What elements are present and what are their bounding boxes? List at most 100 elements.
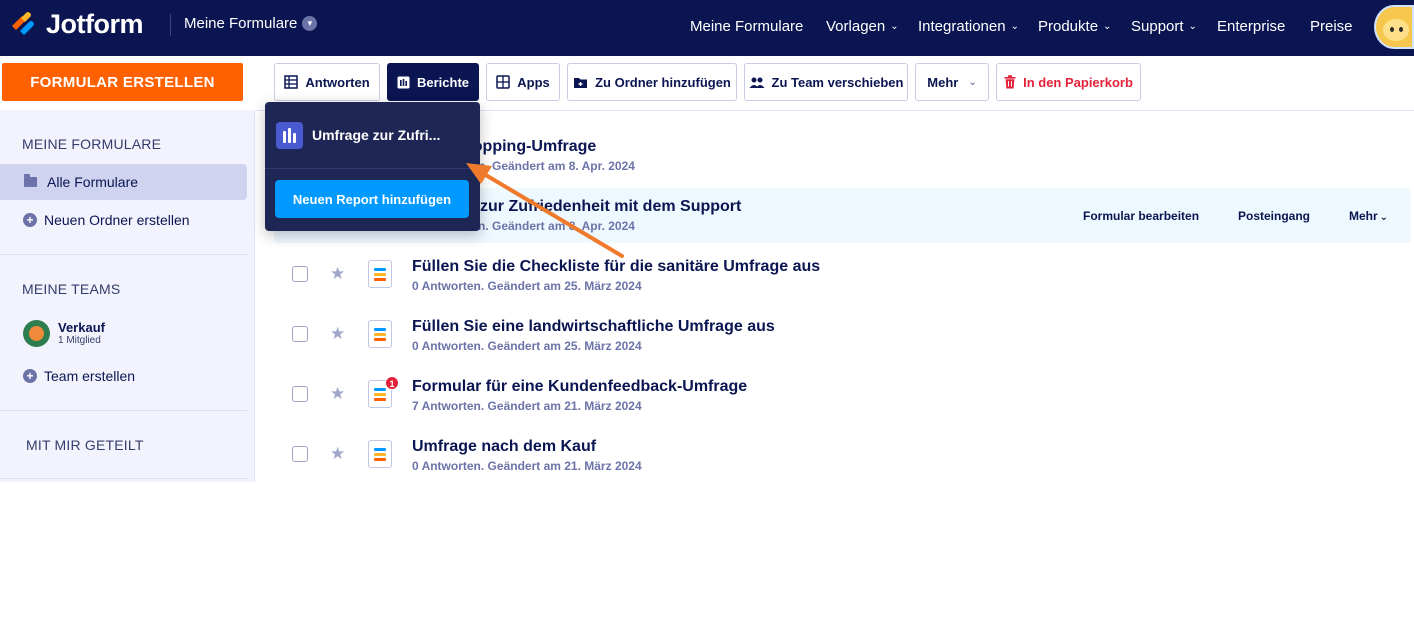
nav-label: Support [1131, 17, 1184, 35]
logo-text: Jotform [46, 8, 144, 39]
row-checkbox[interactable] [292, 266, 308, 282]
edit-form-button[interactable]: Formular bearbeiten [1083, 209, 1199, 223]
form-icon [368, 260, 392, 288]
sidebar-divider [0, 254, 247, 255]
apps-button[interactable]: Apps [486, 63, 560, 101]
chevron-down-icon: ⌄ [1188, 20, 1197, 32]
avatar-face [1383, 19, 1409, 41]
nav-products[interactable]: Produkte ⌄ [1038, 16, 1111, 36]
form-icon [368, 320, 392, 348]
responses-button[interactable]: Antworten [274, 63, 380, 101]
row-checkbox[interactable] [292, 446, 308, 462]
form-icon [368, 440, 392, 468]
sidebar: MEINE FORMULARE Alle Formulare + Neuen O… [0, 110, 255, 482]
shared-with-me-heading: MIT MIR GETEILT [26, 437, 144, 453]
form-title[interactable]: Formular für eine Kundenfeedback-Umfrage [412, 378, 747, 396]
nav-templates[interactable]: Vorlagen ⌄ [826, 16, 899, 36]
sidebar-item-new-folder[interactable]: + Neuen Ordner erstellen [0, 202, 247, 238]
folder-icon [24, 174, 37, 187]
top-navigation: Jotform Meine Formulare ▾ Meine Formular… [0, 0, 1414, 56]
chevron-down-icon: ▾ [302, 16, 318, 31]
form-meta: n. Geändert am 8. Apr. 2024 [478, 159, 635, 173]
report-chart-icon [276, 121, 303, 149]
form-meta: 7 Antworten. Geändert am 21. März 2024 [412, 399, 642, 413]
trash-button-label: In den Papierkorb [1023, 74, 1133, 90]
row-checkbox[interactable] [292, 386, 308, 402]
header-divider [170, 14, 171, 36]
row-checkbox[interactable] [292, 326, 308, 342]
report-item[interactable]: Umfrage zur Zufri... [265, 102, 480, 168]
team-member-count: 1 Mitglied [58, 335, 101, 346]
my-forms-switcher[interactable]: Meine Formulare ▾ [184, 15, 318, 32]
team-name[interactable]: Verkauf [58, 320, 105, 335]
add-to-folder-button[interactable]: Zu Ordner hinzufügen [567, 63, 737, 101]
unread-badge: 1 [385, 376, 399, 390]
chevron-down-icon: ⌄ [1103, 20, 1112, 32]
chevron-down-icon: ⌄ [1010, 20, 1019, 32]
sidebar-item-label: Alle Formulare [47, 174, 139, 190]
team-avatar[interactable] [23, 320, 50, 347]
my-forms-heading: MEINE FORMULARE [22, 136, 162, 152]
my-forms-switcher-label: Meine Formulare [184, 15, 298, 32]
reports-button[interactable]: Berichte [387, 63, 479, 101]
trash-button[interactable]: In den Papierkorb [996, 63, 1141, 101]
add-to-folder-label: Zu Ordner hinzufügen [595, 74, 731, 90]
avatar-eye [1390, 27, 1394, 32]
create-form-button[interactable]: FORMULAR ERSTELLEN [2, 63, 243, 101]
avatar-eye [1399, 27, 1403, 32]
star-icon[interactable]: ★ [330, 385, 345, 402]
jotform-logo-icon [11, 12, 34, 37]
nav-pricing[interactable]: Preise [1310, 16, 1353, 36]
more-button[interactable]: Mehr ⌄ [915, 63, 989, 101]
nav-enterprise[interactable]: Enterprise [1217, 16, 1285, 36]
star-icon[interactable]: ★ [330, 445, 345, 462]
form-meta: 0 Antworten. Geändert am 21. März 2024 [412, 459, 642, 473]
row-more-label: Mehr [1349, 209, 1378, 223]
sidebar-item-all-forms[interactable]: Alle Formulare [0, 164, 247, 200]
form-title[interactable]: Füllen Sie eine landwirtschaftliche Umfr… [412, 318, 775, 336]
dropdown-divider [265, 168, 480, 169]
report-icon [397, 76, 410, 89]
team-icon [749, 76, 765, 89]
inbox-button[interactable]: Posteingang [1238, 209, 1310, 223]
nav-label: Enterprise [1217, 17, 1286, 35]
more-button-label: Mehr [927, 74, 959, 90]
form-title[interactable]: Füllen Sie die Checkliste für die sanitä… [412, 258, 820, 276]
form-meta: 0 Antworten. Geändert am 25. März 2024 [412, 339, 642, 353]
user-avatar[interactable] [1374, 5, 1414, 49]
nav-integrations[interactable]: Integrationen ⌄ [918, 16, 1019, 36]
nav-support[interactable]: Support ⌄ [1131, 16, 1197, 36]
apps-icon [496, 75, 510, 89]
row-more-button[interactable]: Mehr ⌄ [1349, 209, 1388, 223]
sidebar-divider [0, 410, 247, 411]
sidebar-item-label: Team erstellen [44, 368, 136, 384]
move-to-team-button[interactable]: Zu Team verschieben [744, 63, 908, 101]
form-title[interactable]: Umfrage nach dem Kauf [412, 438, 596, 456]
form-title[interactable]: zur Zufriedenheit mit dem Support [480, 198, 741, 216]
nav-label: Produkte [1038, 17, 1099, 35]
table-icon [284, 75, 299, 89]
trash-icon [1004, 75, 1016, 89]
chevron-down-icon: ⌄ [968, 76, 977, 88]
move-to-team-label: Zu Team verschieben [771, 74, 904, 90]
star-icon[interactable]: ★ [330, 265, 345, 282]
plus-icon: + [23, 213, 37, 227]
nav-label: Preise [1310, 17, 1353, 35]
sidebar-item-create-team[interactable]: + Team erstellen [0, 358, 247, 394]
nav-my-forms[interactable]: Meine Formulare [690, 16, 803, 36]
nav-label: Integrationen [918, 17, 1006, 35]
add-report-button[interactable]: Neuen Report hinzufügen [275, 180, 469, 218]
sidebar-item-label: Neuen Ordner erstellen [44, 212, 190, 228]
star-icon[interactable]: ★ [330, 325, 345, 342]
apps-button-label: Apps [517, 74, 550, 90]
nav-label: Vorlagen [826, 17, 886, 35]
my-teams-heading: MEINE TEAMS [22, 281, 121, 297]
responses-button-label: Antworten [305, 74, 370, 90]
chevron-down-icon: ⌄ [1379, 212, 1389, 223]
form-meta: 0 Antworten. Geändert am 25. März 2024 [412, 279, 642, 293]
form-meta: n. Geändert am 8. Apr. 2024 [478, 219, 635, 233]
form-title[interactable]: hopping-Umfrage [463, 138, 596, 156]
jotform-logo[interactable]: Jotform [8, 7, 144, 41]
sidebar-divider [0, 478, 247, 479]
plus-icon: + [23, 369, 37, 383]
